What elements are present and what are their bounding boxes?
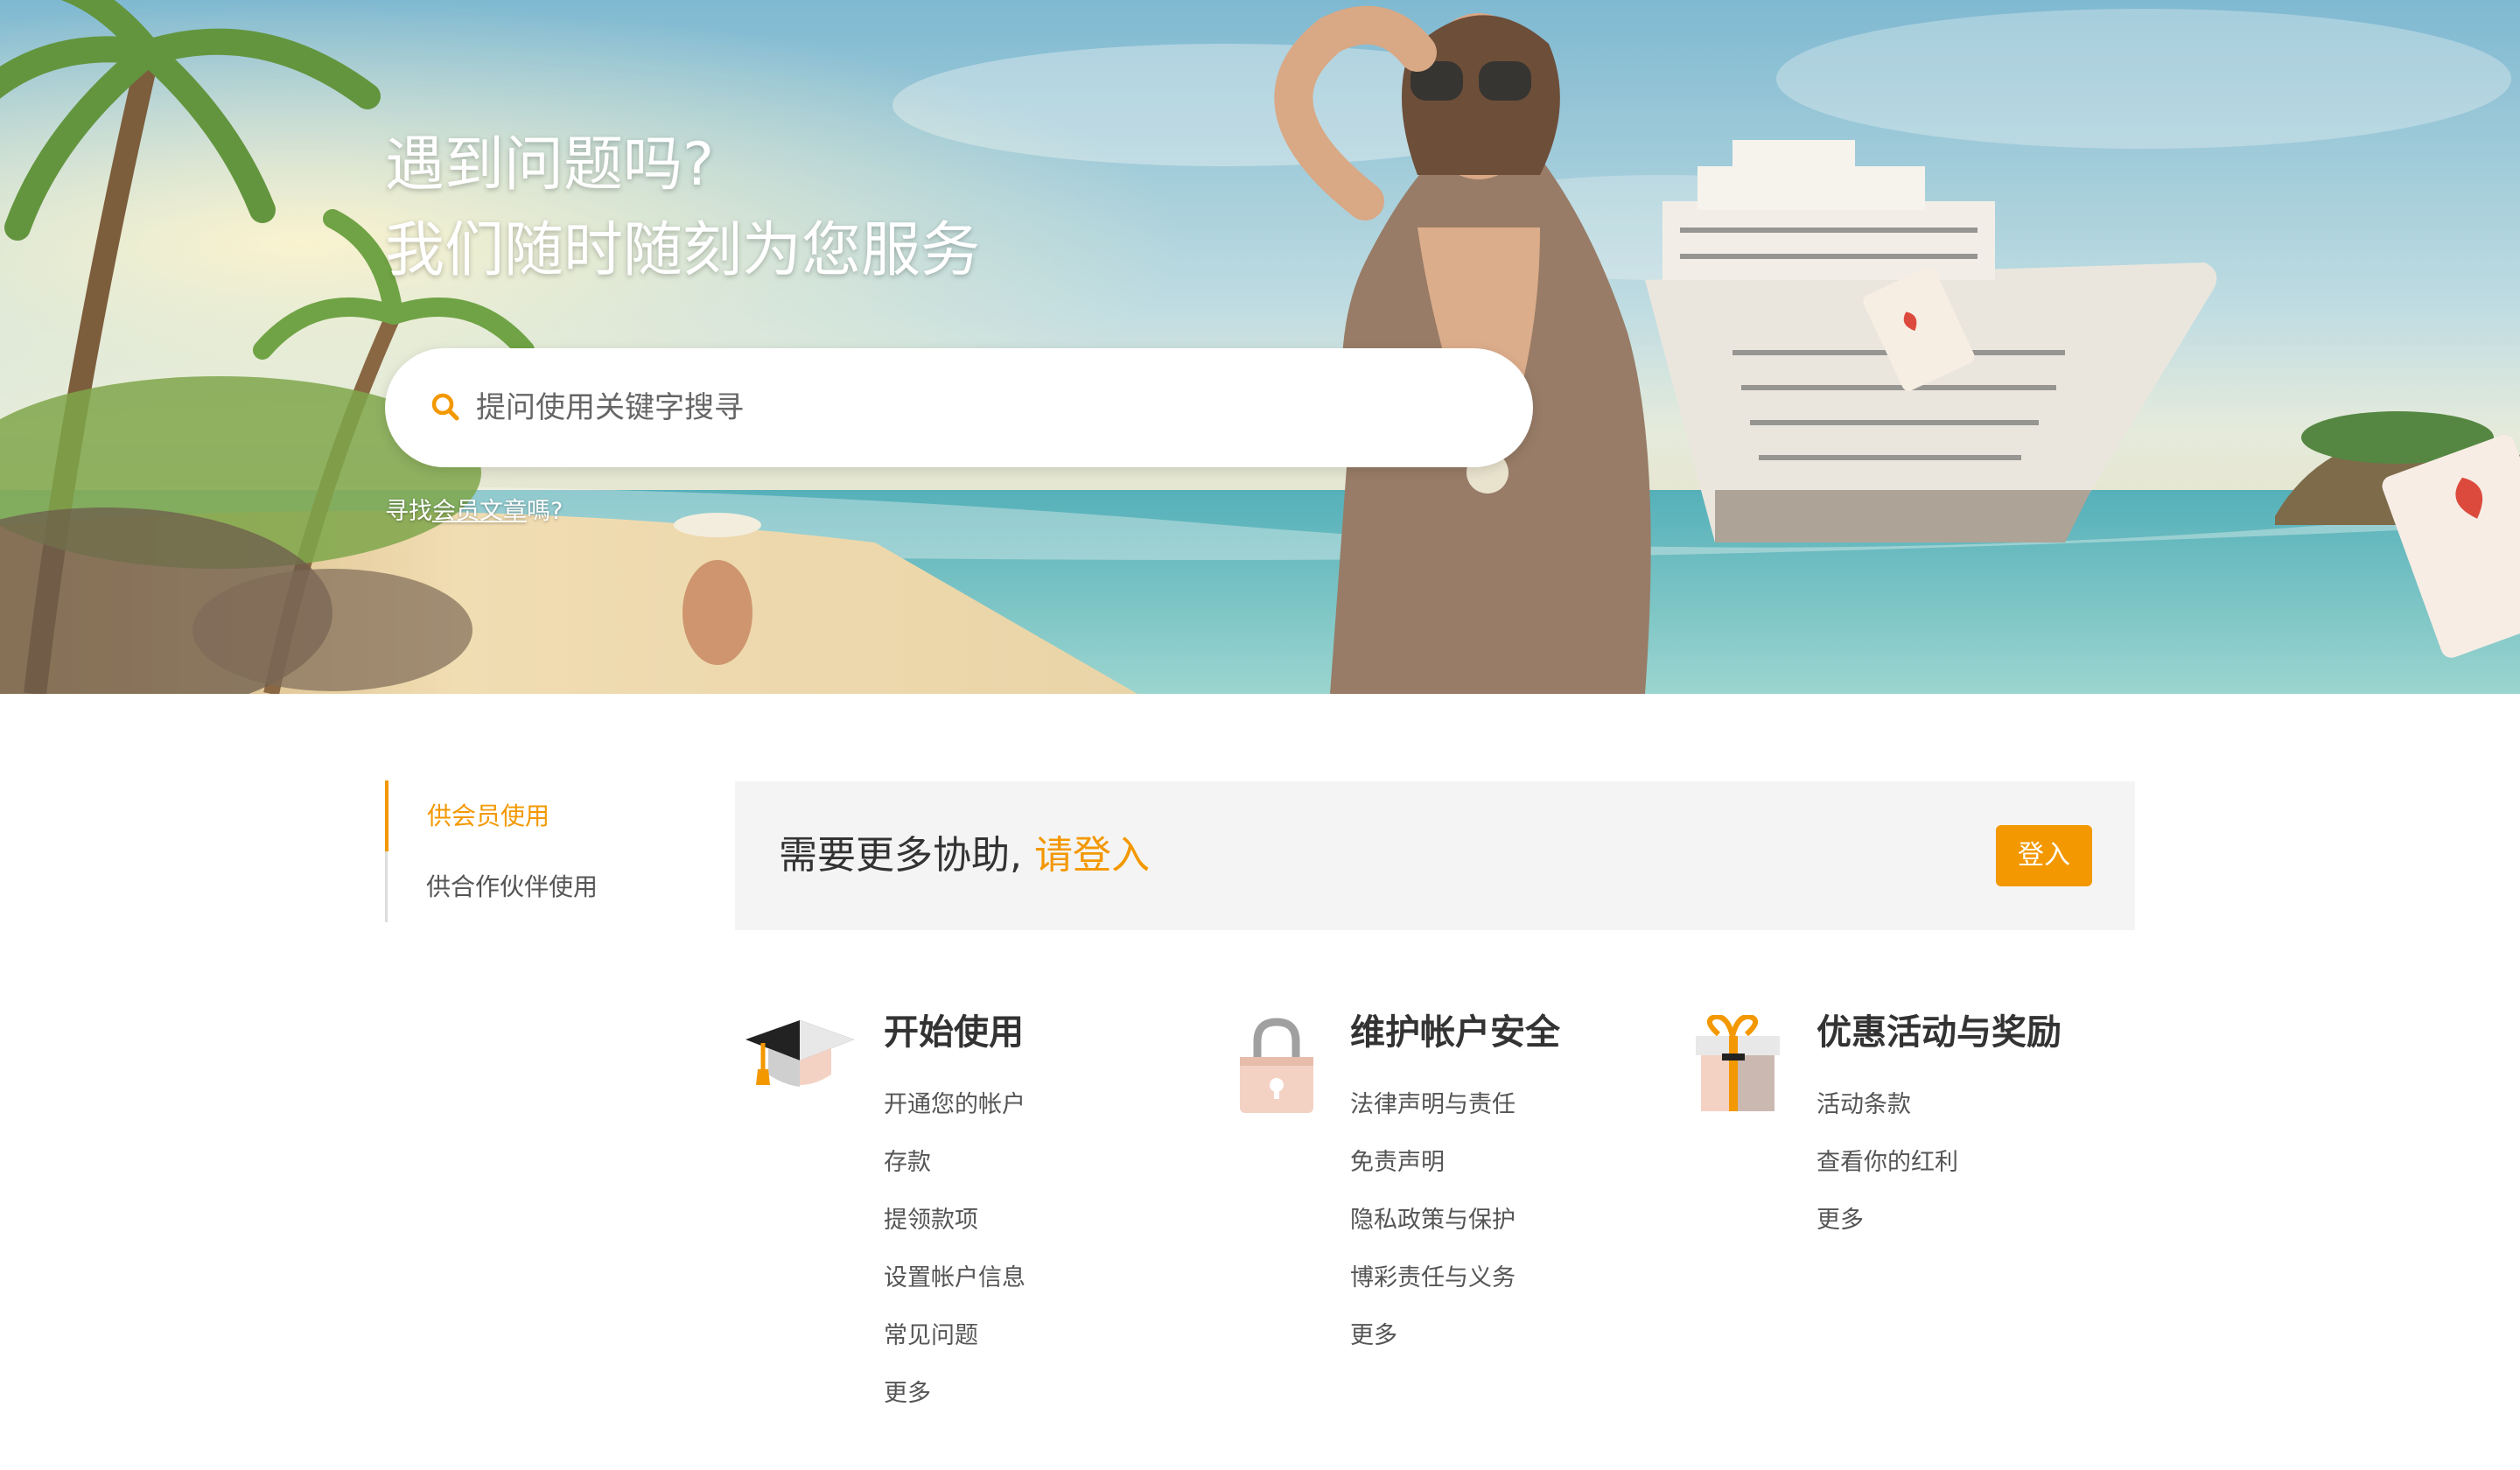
category-link[interactable]: 法律声明与责任 bbox=[1350, 1076, 1516, 1134]
category-link[interactable]: 提领款项 bbox=[884, 1192, 1026, 1250]
gift-box-icon bbox=[1696, 1015, 1780, 1111]
category-link[interactable]: 常见问题 bbox=[884, 1307, 1026, 1365]
category-link[interactable]: 活动条款 bbox=[1816, 1076, 1958, 1134]
category-link-more[interactable]: 更多 bbox=[1816, 1192, 1958, 1250]
hero-title-line1: 遇到问题吗? bbox=[385, 130, 715, 200]
side-nav-item-partners[interactable]: 供合作伙伴使用 bbox=[385, 851, 604, 922]
login-prompt-label: 需要更多协助, bbox=[779, 833, 1022, 878]
category-link-more[interactable]: 更多 bbox=[1350, 1307, 1516, 1365]
help-center-page: 遇到问题吗? 我们随时随刻为您服务 寻找会员文章嗎? 供会员使用 供合作伙伴使用… bbox=[0, 0, 2520, 1470]
category-account-security: 维护帐户安全 法律声明与责任 免责声明 隐私政策与保护 博彩责任与义务 更多 bbox=[1210, 1006, 1665, 1418]
category-link-list: 开通您的帐户 存款 提领款项 设置帐户信息 常见问题 更多 bbox=[884, 1076, 1026, 1423]
member-articles-link[interactable]: 会员文章 bbox=[432, 498, 527, 525]
category-link-list: 活动条款 查看你的红利 更多 bbox=[1816, 1076, 1958, 1250]
category-getting-started: 开始使用 开通您的帐户 存款 提领款项 设置帐户信息 常见问题 更多 bbox=[744, 1006, 1199, 1418]
category-link-more[interactable]: 更多 bbox=[884, 1365, 1026, 1423]
side-nav-item-label: 供合作伙伴使用 bbox=[426, 872, 598, 901]
audience-side-nav: 供会员使用 供合作伙伴使用 bbox=[385, 780, 604, 922]
hero-background-illustration bbox=[0, 0, 2520, 694]
category-promotions-rewards: 优惠活动与奖励 活动条款 查看你的红利 更多 bbox=[1676, 1006, 2166, 1418]
member-articles-prompt: 寻找会员文章嗎? bbox=[385, 492, 563, 526]
graduation-cap-icon bbox=[746, 1020, 854, 1087]
search-input[interactable] bbox=[476, 374, 1482, 441]
side-nav-item-members[interactable]: 供会员使用 bbox=[385, 780, 604, 851]
member-prompt-prefix: 寻找 bbox=[385, 498, 432, 525]
category-link[interactable]: 免责声明 bbox=[1350, 1134, 1516, 1192]
login-button[interactable]: 登入 bbox=[1996, 825, 2092, 886]
hero-title-line2: 我们随时随刻为您服务 bbox=[385, 216, 981, 285]
login-prompt-text: 需要更多协助, 请登入 bbox=[779, 825, 1150, 886]
category-title: 开始使用 bbox=[884, 1012, 1024, 1053]
category-link[interactable]: 查看你的红利 bbox=[1816, 1134, 1958, 1192]
login-prompt-link[interactable]: 请登入 bbox=[1034, 833, 1150, 878]
search-box[interactable] bbox=[385, 348, 1533, 467]
category-link-list: 法律声明与责任 免责声明 隐私政策与保护 博彩责任与义务 更多 bbox=[1350, 1076, 1516, 1365]
member-prompt-suffix: 嗎? bbox=[527, 498, 564, 525]
search-icon[interactable] bbox=[427, 388, 466, 427]
category-link[interactable]: 设置帐户信息 bbox=[884, 1250, 1026, 1307]
category-title: 优惠活动与奖励 bbox=[1816, 1012, 2062, 1053]
category-link[interactable]: 开通您的帐户 bbox=[884, 1076, 1026, 1134]
hero-banner: 遇到问题吗? 我们随时随刻为您服务 寻找会员文章嗎? bbox=[0, 0, 2520, 694]
hero-title: 遇到问题吗? 我们随时随刻为您服务 bbox=[385, 122, 980, 294]
category-link[interactable]: 隐私政策与保护 bbox=[1350, 1192, 1516, 1250]
category-title: 维护帐户安全 bbox=[1350, 1012, 1560, 1053]
category-link[interactable]: 存款 bbox=[884, 1134, 1026, 1192]
side-nav-item-label: 供会员使用 bbox=[427, 802, 550, 830]
padlock-icon bbox=[1240, 1018, 1313, 1113]
login-prompt-banner: 需要更多协助, 请登入 登入 bbox=[735, 781, 2135, 930]
category-link[interactable]: 博彩责任与义务 bbox=[1350, 1250, 1516, 1307]
